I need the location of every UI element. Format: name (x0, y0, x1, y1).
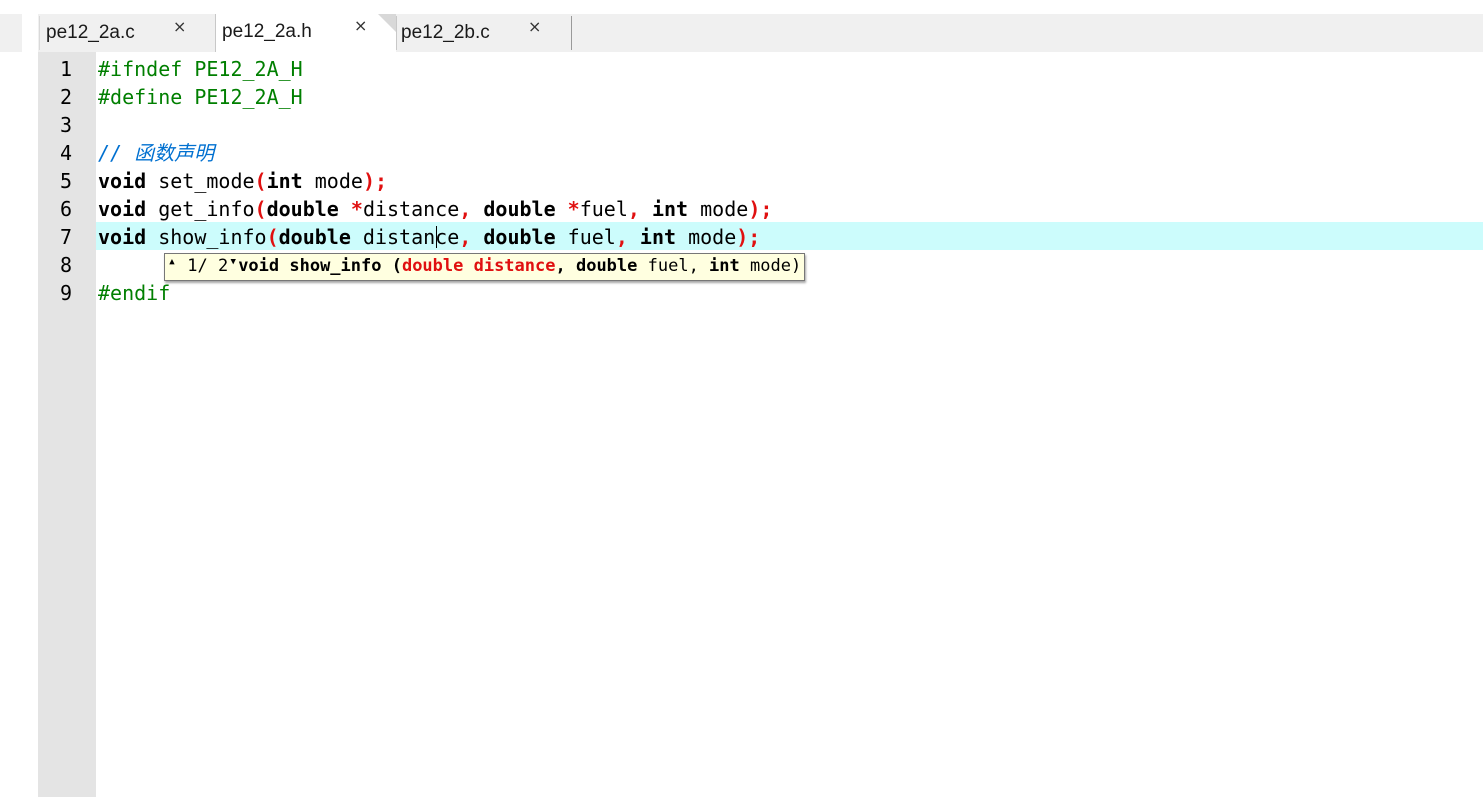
line-number: 6 (59, 197, 72, 221)
keyword: int (639, 225, 677, 249)
tab-label: pe12_2a.h (222, 21, 312, 42)
identifier: show_info (146, 225, 267, 249)
keyword: int (266, 169, 303, 193)
code-line-1[interactable]: #ifndef PE12_2A_H (98, 55, 303, 83)
line-number: 8 (59, 253, 72, 277)
line-number: 4 (59, 141, 72, 165)
tab-bar: pe12_2a.c × pe12_2a.h × pe12_2b.c × (0, 0, 1483, 52)
tab-pe12-2b-c[interactable]: pe12_2b.c × (396, 16, 572, 50)
keyword: double (278, 225, 351, 249)
operator: , (615, 225, 628, 249)
identifier: mode (688, 197, 749, 221)
preprocessor-directive: #ifndef PE12_2A_H (98, 57, 303, 81)
signature-separator: , (555, 256, 576, 276)
tab-pe12-2a-h[interactable]: pe12_2a.h × (215, 14, 396, 52)
operator: * (567, 197, 580, 221)
code-line-6[interactable]: void get_info(double *distance, double *… (98, 195, 772, 223)
close-icon[interactable]: × (528, 17, 541, 36)
code-line-4[interactable]: // 函数声明 (98, 139, 214, 167)
tab-label: pe12_2b.c (401, 22, 490, 43)
operator: ( (254, 169, 267, 193)
operator: ); (362, 169, 388, 193)
overload-counter: 1/ 2 (177, 256, 229, 276)
up-arrow-icon[interactable]: ▲ (167, 256, 177, 268)
param-name: mode) (739, 256, 802, 276)
tab-label: pe12_2a.c (46, 22, 135, 43)
operator: ( (266, 225, 279, 249)
code-line-2[interactable]: #define PE12_2A_H (98, 83, 303, 111)
keyword: void (98, 225, 147, 249)
keyword: void (98, 169, 147, 193)
identifier: get_info (146, 197, 255, 221)
line-number: 3 (59, 113, 72, 137)
operator: ); (736, 225, 761, 249)
signature-prefix: void show_info ( (238, 256, 402, 276)
operator: ); (748, 197, 773, 221)
operator: , (459, 225, 472, 249)
identifier: distance (350, 225, 460, 249)
identifier: set_mode (146, 169, 255, 193)
param-name: fuel, (637, 256, 710, 276)
param-type: int (709, 256, 740, 276)
preprocessor-directive: #define PE12_2A_H (98, 85, 303, 109)
code-line-5[interactable]: void set_mode(int mode); (98, 167, 387, 195)
identifier: mode (302, 169, 363, 193)
identifier: fuel (555, 225, 616, 249)
close-icon[interactable]: × (173, 17, 186, 36)
close-icon[interactable]: × (354, 16, 367, 35)
operator: * (350, 197, 363, 221)
tab-fold-corner (378, 14, 396, 32)
keyword: double (483, 197, 556, 221)
line-number: 9 (59, 281, 72, 305)
identifier: distance (362, 197, 460, 221)
code-line-9[interactable]: #endif (98, 279, 170, 307)
active-parameter: double distance (401, 256, 556, 276)
keyword: int (651, 197, 689, 221)
operator: , (627, 197, 640, 221)
keyword: double (266, 197, 339, 221)
line-number: 5 (59, 169, 72, 193)
signature-calltip: ▲ 1/ 2 ▼ void show_info (double distance, … (164, 253, 806, 281)
tab-pe12-2a-c[interactable]: pe12_2a.c × (39, 16, 215, 50)
operator: ( (254, 197, 267, 221)
param-type: double (575, 256, 638, 276)
code-comment: // 函数声明 (98, 141, 215, 165)
text-caret (436, 226, 437, 248)
code-line-7[interactable]: void show_info(double distance, double f… (98, 223, 760, 251)
identifier: mode (676, 225, 737, 249)
keyword: void (98, 197, 147, 221)
keyword: double (483, 225, 556, 249)
editor-left-margin (0, 52, 38, 797)
identifier: fuel (579, 197, 628, 221)
tab-bar-spacer (22, 14, 38, 52)
line-number: 2 (59, 85, 72, 109)
operator: , (459, 197, 472, 221)
down-arrow-icon[interactable]: ▼ (228, 256, 238, 268)
line-number: 1 (59, 57, 72, 81)
line-number: 7 (59, 225, 72, 249)
preprocessor-directive: #endif (98, 281, 171, 305)
